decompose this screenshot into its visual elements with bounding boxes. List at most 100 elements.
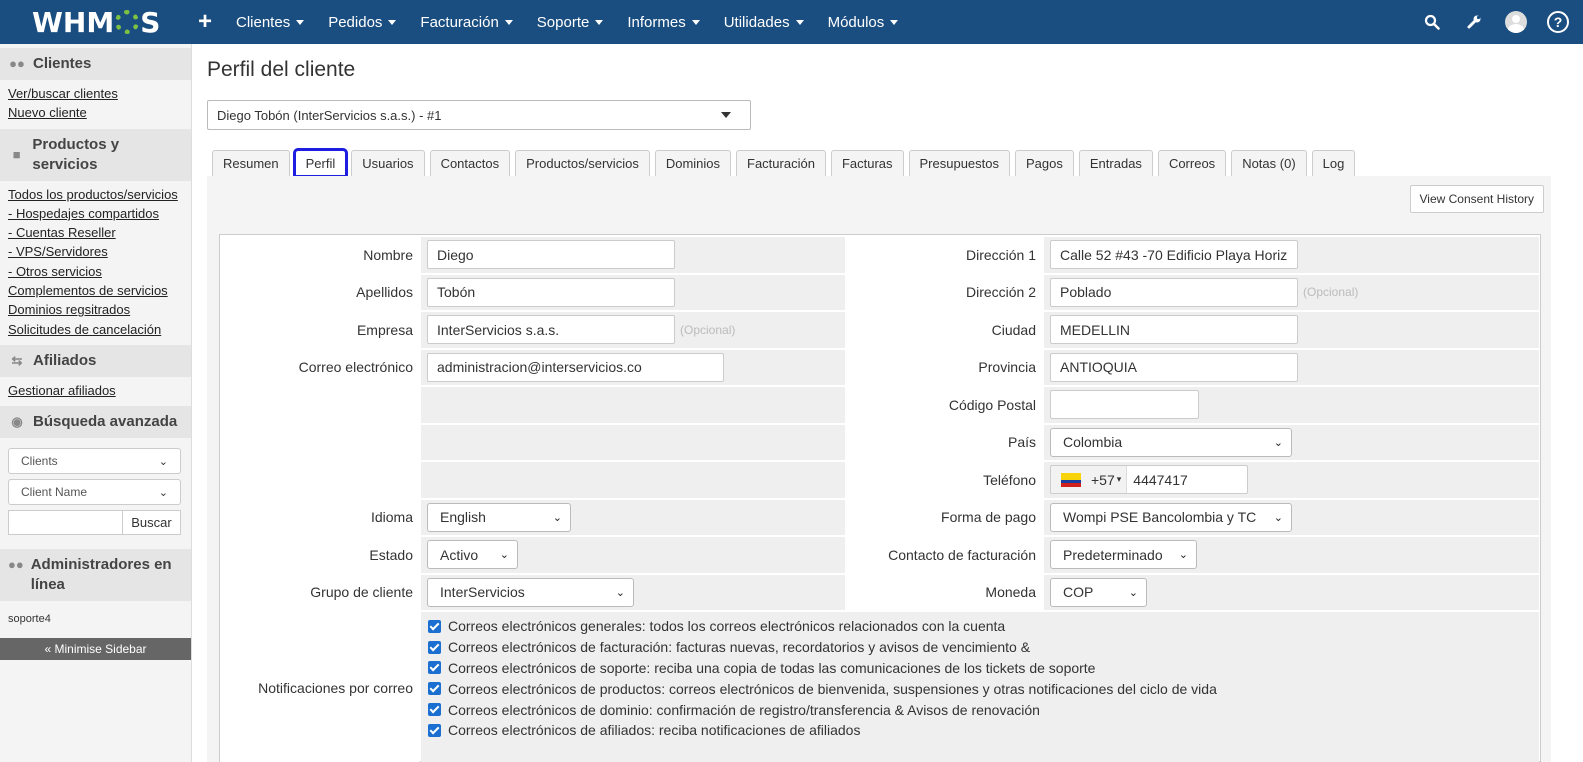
sidebar-admins-header: ●● Administradores en línea xyxy=(0,549,191,602)
idioma-select[interactable]: English ⌄ xyxy=(427,502,571,532)
menu-facturacion[interactable]: Facturación xyxy=(408,0,524,44)
tab-notas[interactable]: Notas (0) xyxy=(1231,150,1307,176)
checkbox-checked[interactable] xyxy=(428,682,441,696)
menu-informes[interactable]: Informes xyxy=(615,0,711,44)
sidebar-link-all-products[interactable]: Todos los productos/servicios xyxy=(8,185,183,204)
main-menu: Clientes Pedidos Facturación Soporte Inf… xyxy=(224,0,910,44)
sidebar-link-addons[interactable]: Complementos de servicios xyxy=(8,281,183,300)
menu-utilidades[interactable]: Utilidades xyxy=(712,0,816,44)
search-type-select[interactable]: Clients ⌄ xyxy=(8,448,181,475)
notif-afiliados[interactable]: Correos electrónicos de afiliados: recib… xyxy=(428,720,1539,741)
top-navbar: WHM S + Clientes Pedidos Facturación Sopo… xyxy=(0,0,1583,44)
tab-entradas[interactable]: Entradas xyxy=(1078,150,1153,176)
forma-pago-select[interactable]: Wompi PSE Bancolombia y TC ⌄ xyxy=(1050,502,1292,532)
caret-down-icon xyxy=(296,19,305,25)
retweet-icon: ⇆ xyxy=(11,352,23,368)
direccion2-input[interactable]: Poblado xyxy=(1050,277,1298,307)
checkbox-checked[interactable] xyxy=(428,723,441,737)
menu-modulos[interactable]: Módulos xyxy=(816,0,911,44)
estado-select[interactable]: Activo ⌄ xyxy=(427,540,518,570)
sidebar-link-cancellations[interactable]: Solicitudes de cancelación xyxy=(8,320,183,339)
empresa-input[interactable]: InterServicios s.a.s. xyxy=(427,315,675,345)
apellidos-cell: Tobón xyxy=(421,274,845,310)
profile-tabs: Resumen Perfil Usuarios Contactos Produc… xyxy=(212,148,1356,178)
checkbox-checked[interactable] xyxy=(428,703,441,717)
tab-pagos[interactable]: Pagos xyxy=(1015,150,1074,176)
tab-facturacion[interactable]: Facturación xyxy=(736,150,826,176)
sidebar-link-vps[interactable]: - VPS/Servidores xyxy=(8,242,183,261)
users-icon: ●● xyxy=(9,56,25,71)
tab-log[interactable]: Log xyxy=(1311,150,1356,176)
client-selector[interactable]: Diego Tobón (InterServicios s.a.s.) - #1 xyxy=(207,100,751,130)
nombre-input[interactable]: Diego xyxy=(427,240,675,270)
binoculars-icon: ◉ xyxy=(11,414,23,430)
chevron-down-icon: ⌄ xyxy=(615,586,625,599)
add-new-icon[interactable]: + xyxy=(190,8,220,36)
empty-cell xyxy=(421,387,845,423)
empty-cell xyxy=(421,462,845,498)
tab-presupuestos[interactable]: Presupuestos xyxy=(908,150,1011,176)
country-code-picker[interactable]: +57 ▾ xyxy=(1051,466,1128,494)
chevron-down-icon: ⌄ xyxy=(499,549,509,562)
whmcs-logo[interactable]: WHM S xyxy=(0,0,190,44)
direccion1-input[interactable]: Calle 52 #43 -70 Edificio Playa Horiz xyxy=(1050,240,1298,270)
idioma-label: Idioma xyxy=(220,499,420,535)
search-icon[interactable] xyxy=(1421,11,1443,33)
sidebar-link-manage-affiliates[interactable]: Gestionar afiliados xyxy=(8,381,183,400)
tab-perfil[interactable]: Perfil xyxy=(292,148,349,178)
idioma-cell: English ⌄ xyxy=(421,499,845,535)
apellidos-input[interactable]: Tobón xyxy=(427,277,675,307)
tab-resumen[interactable]: Resumen xyxy=(212,150,290,176)
sidebar-search-button[interactable]: Buscar xyxy=(123,510,181,536)
chevron-down-icon: ⌄ xyxy=(1128,586,1138,599)
telefono-input[interactable]: +57 ▾ 4447417 xyxy=(1050,465,1248,495)
menu-pedidos[interactable]: Pedidos xyxy=(316,0,408,44)
caret-down-icon xyxy=(595,19,604,25)
view-consent-history-button[interactable]: View Consent History xyxy=(1409,185,1544,213)
notif-facturacion[interactable]: Correos electrónicos de facturación: fac… xyxy=(428,637,1539,658)
search-field-select[interactable]: Client Name ⌄ xyxy=(8,479,181,506)
tab-usuarios[interactable]: Usuarios xyxy=(351,150,425,176)
help-icon[interactable]: ? xyxy=(1547,11,1569,33)
tab-productos[interactable]: Productos/servicios xyxy=(515,150,650,176)
menu-soporte[interactable]: Soporte xyxy=(525,0,616,44)
caret-down-icon xyxy=(504,19,513,25)
sidebar-link-domains[interactable]: Dominios regsitrados xyxy=(8,300,183,319)
user-avatar-icon[interactable] xyxy=(1505,11,1527,33)
checkbox-checked[interactable] xyxy=(428,640,441,654)
minimise-sidebar-button[interactable]: « Minimise Sidebar xyxy=(0,638,191,661)
tab-facturas[interactable]: Facturas xyxy=(830,150,904,176)
nombre-cell: Diego xyxy=(421,237,845,273)
sidebar-search-form: Buscar xyxy=(8,510,181,536)
contacto-facturacion-select[interactable]: Predeterminado ⌄ xyxy=(1050,540,1197,570)
checkbox-checked[interactable] xyxy=(428,619,441,633)
notif-general[interactable]: Correos electrónicos generales: todos lo… xyxy=(428,616,1539,637)
sidebar-search-input[interactable] xyxy=(8,510,123,536)
direccion2-label: Dirección 2 xyxy=(846,274,1043,310)
ciudad-input[interactable]: MEDELLIN xyxy=(1050,315,1298,345)
codigo-postal-input[interactable] xyxy=(1050,390,1199,420)
menu-clientes[interactable]: Clientes xyxy=(224,0,316,44)
grupo-cliente-select[interactable]: InterServicios ⌄ xyxy=(427,577,634,607)
pais-select[interactable]: Colombia ⌄ xyxy=(1050,427,1292,457)
wrench-icon[interactable] xyxy=(1463,11,1485,33)
notif-soporte[interactable]: Correos electrónicos de soporte: reciba … xyxy=(428,658,1539,679)
notif-productos[interactable]: Correos electrónicos de productos: corre… xyxy=(428,678,1539,699)
online-admin: soporte4 xyxy=(8,613,51,626)
checkbox-checked[interactable] xyxy=(428,661,441,675)
tab-contactos[interactable]: Contactos xyxy=(429,150,511,176)
sidebar-link-new-client[interactable]: Nuevo cliente xyxy=(8,103,183,122)
provincia-input[interactable]: ANTIOQUIA xyxy=(1050,352,1298,382)
correo-input[interactable]: administracion@interservicios.co xyxy=(427,352,724,382)
sidebar-link-reseller[interactable]: - Cuentas Reseller xyxy=(8,223,183,242)
sidebar-search-header: ◉ Búsqueda avanzada xyxy=(0,406,191,439)
tab-dominios[interactable]: Dominios xyxy=(654,150,732,176)
tab-correos[interactable]: Correos xyxy=(1157,150,1227,176)
notif-dominio[interactable]: Correos electrónicos de dominio: confirm… xyxy=(428,699,1539,720)
moneda-select[interactable]: COP ⌄ xyxy=(1050,577,1147,607)
sidebar-link-view-clients[interactable]: Ver/buscar clientes xyxy=(8,84,183,103)
sidebar-link-other-services[interactable]: - Otros servicios xyxy=(8,262,183,281)
caret-down-icon xyxy=(691,19,700,25)
chevron-down-icon: ⌄ xyxy=(1273,511,1283,524)
sidebar-link-shared-hosting[interactable]: - Hospedajes compartidos xyxy=(8,204,183,223)
